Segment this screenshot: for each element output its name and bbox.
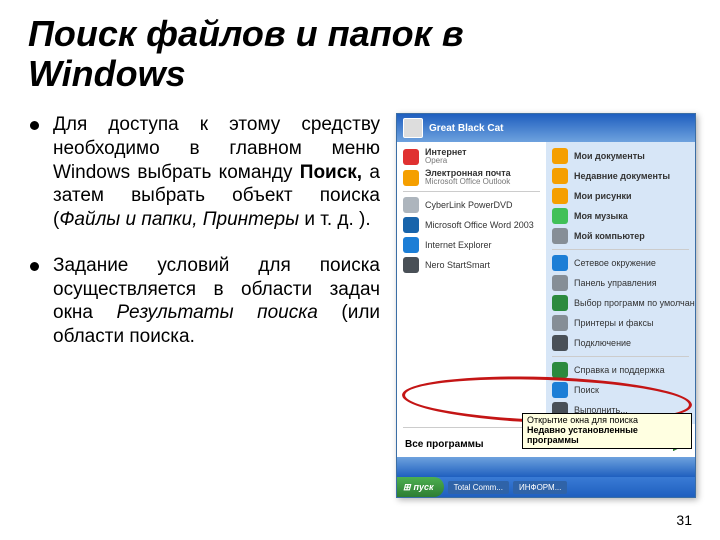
app-icon: [552, 295, 568, 311]
user-avatar-icon: [403, 118, 423, 138]
start-menu-item[interactable]: Сетевое окружение: [546, 253, 695, 273]
app-icon: [403, 149, 419, 165]
start-menu-item[interactable]: Подключение: [546, 333, 695, 353]
start-menu-item[interactable]: Недавние документы: [546, 166, 695, 186]
taskbar: ⊞ пуск Total Comm... ИНФОРМ...: [397, 477, 695, 497]
app-icon: [552, 275, 568, 291]
start-menu-item-label: Microsoft Office Word 2003: [425, 221, 534, 230]
taskbar-item[interactable]: Total Comm...: [448, 481, 509, 494]
start-menu-right-column: Мои документы Недавние документы Мои рисун…: [546, 142, 695, 424]
start-menu-item[interactable]: Мои документы: [546, 146, 695, 166]
start-menu-item[interactable]: Справка и поддержка: [546, 360, 695, 380]
start-menu-item[interactable]: Панель управления: [546, 273, 695, 293]
app-icon: [552, 315, 568, 331]
start-menu-header: Great Black Cat: [397, 114, 695, 142]
start-menu-item-label: Панель управления: [574, 279, 657, 288]
app-icon: [403, 237, 419, 253]
app-icon: [403, 217, 419, 233]
start-menu-item-label: Недавние документы: [574, 172, 670, 181]
app-icon: [552, 255, 568, 271]
start-menu-item-label: Internet Explorer: [425, 241, 492, 250]
bullet-1-text: Для доступа к этому средству необходимо …: [53, 113, 380, 232]
start-menu-item-label: CyberLink PowerDVD: [425, 201, 513, 210]
slide-title: Поиск файлов и папок в Windows: [0, 0, 720, 103]
start-menu-item-label: Моя музыка: [574, 212, 628, 221]
title-line-1: Поиск файлов и папок в: [28, 13, 464, 54]
start-menu-item[interactable]: Мои рисунки: [546, 186, 695, 206]
start-menu-item-sublabel: Microsoft Office Outlook: [425, 178, 511, 186]
bullet-dot-icon: [30, 262, 39, 271]
start-menu-item-label: Выбор программ по умолчанию: [574, 299, 695, 308]
start-button[interactable]: ⊞ пуск: [397, 477, 444, 497]
start-menu-item-label: Справка и поддержка: [574, 366, 665, 375]
tooltip-box: Открытие окна для поиска Недавно установ…: [522, 413, 692, 449]
start-menu-footer: [397, 457, 695, 477]
app-icon: [552, 148, 568, 164]
start-button-label: пуск: [414, 482, 434, 492]
start-menu-item-sublabel: Opera: [425, 157, 467, 165]
windows-logo-icon: ⊞: [403, 482, 411, 493]
start-menu-item[interactable]: Принтеры и факсы: [546, 313, 695, 333]
tooltip-line: Недавно установленные программы: [527, 426, 687, 446]
start-menu-item[interactable]: ИнтернетOpera: [397, 146, 546, 167]
app-icon: [552, 188, 568, 204]
start-menu-item-label: Nero StartSmart: [425, 261, 490, 270]
start-menu-item-label: Подключение: [574, 339, 631, 348]
app-icon: [403, 170, 419, 186]
app-icon: [552, 335, 568, 351]
start-menu-item-label: Сетевое окружение: [574, 259, 656, 268]
start-menu-item[interactable]: Мой компьютер: [546, 226, 695, 246]
app-icon: [552, 208, 568, 224]
start-menu-item-label: Принтеры и факсы: [574, 319, 653, 328]
start-menu-item-label: Мой компьютер: [574, 232, 645, 241]
start-menu-item[interactable]: CyberLink PowerDVD: [397, 195, 546, 215]
start-menu-item-label: Поиск: [574, 386, 599, 395]
app-icon: [403, 197, 419, 213]
title-line-2: Windows: [28, 53, 186, 94]
text-column: Для доступа к этому средству необходимо …: [30, 113, 380, 498]
start-menu-left-column: ИнтернетOperaЭлектронная почтаMicrosoft …: [397, 142, 546, 424]
user-name: Great Black Cat: [429, 123, 503, 134]
start-menu-item[interactable]: Internet Explorer: [397, 235, 546, 255]
bullet-2-text: Задание условий для поиска осуществляетс…: [53, 254, 380, 349]
start-menu-item[interactable]: Выбор программ по умолчанию: [546, 293, 695, 313]
start-menu-item-label: Мои документы: [574, 152, 645, 161]
all-programs-label: Все программы: [405, 439, 484, 450]
taskbar-item[interactable]: ИНФОРМ...: [513, 481, 567, 494]
start-menu-item-label: Мои рисунки: [574, 192, 632, 201]
start-menu-item[interactable]: Nero StartSmart: [397, 255, 546, 275]
content-row: Для доступа к этому средству необходимо …: [0, 103, 720, 498]
page-number: 31: [676, 512, 692, 528]
app-icon: [552, 382, 568, 398]
app-icon: [552, 168, 568, 184]
app-icon: [552, 362, 568, 378]
app-icon: [403, 257, 419, 273]
start-menu-item[interactable]: Электронная почтаMicrosoft Office Outloo…: [397, 167, 546, 188]
start-menu-item[interactable]: Моя музыка: [546, 206, 695, 226]
app-icon: [552, 228, 568, 244]
bullet-1: Для доступа к этому средству необходимо …: [30, 113, 380, 232]
start-menu-item[interactable]: Microsoft Office Word 2003: [397, 215, 546, 235]
bullet-2: Задание условий для поиска осуществляетс…: [30, 254, 380, 349]
bullet-dot-icon: [30, 121, 39, 130]
start-menu-item[interactable]: Поиск: [546, 380, 695, 400]
